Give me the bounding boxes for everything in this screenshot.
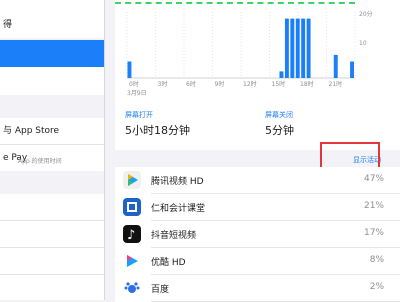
app-usage-percent: 2% — [369, 282, 384, 292]
youku-icon — [123, 252, 141, 270]
sidebar-item-blank[interactable] — [0, 67, 104, 95]
x-tick-label: 12时 — [243, 80, 257, 88]
usage-bar — [306, 18, 311, 79]
app-row[interactable]: 百度 2% — [115, 275, 400, 302]
x-tick-label: 21时 — [329, 80, 343, 88]
douyin-icon: ♪ — [123, 225, 141, 243]
settings-sidebar: 得 与 App Store e Pay — [0, 0, 105, 300]
screen-on-value: 5小时18分钟 — [125, 124, 190, 137]
usage-bar — [333, 54, 338, 78]
x-tick-label: 3时 — [158, 80, 168, 88]
sidebar-item-label: 得 — [3, 20, 13, 30]
baidu-icon — [123, 279, 141, 297]
y-axis-max-label: 20分 — [359, 10, 373, 18]
app-usage-percent: 17% — [363, 228, 384, 238]
x-tick-label: 0时 — [129, 80, 139, 88]
app-name: 优酷 HD — [151, 258, 186, 268]
usage-bar-chart: 20分 10 0时 3时 6时 9时 12时 15时 18时 21时 3月9日 — [126, 10, 373, 97]
app-usage-percent: 47% — [363, 174, 384, 184]
usage-bar — [350, 61, 354, 78]
app-name: 仁和会计课堂 — [151, 204, 206, 214]
sidebar-item-blank-2[interactable] — [0, 194, 104, 220]
sidebar-item-blank-3[interactable] — [0, 221, 104, 247]
sidebar-item-app-store[interactable]: 与 App Store — [0, 118, 104, 144]
usage-bar — [295, 18, 300, 79]
sidebar-top-row[interactable] — [0, 0, 104, 12]
screen-off-label: 屏幕关闭 — [265, 111, 293, 119]
app-usage-percent: 21% — [363, 201, 384, 211]
app-row[interactable]: 仁和会计课堂 21% — [115, 194, 400, 221]
app-name: 抖音短视频 — [151, 231, 197, 241]
usage-chart-card: 20分 10 0时 3时 6时 9时 12时 15时 18时 21时 3月9日 — [115, 0, 400, 102]
sidebar-item-blank-4[interactable] — [0, 248, 104, 274]
sidebar-item-label: 与 App Store — [3, 126, 60, 136]
screen-off-value: 5分钟 — [265, 124, 294, 137]
app-name: 腾讯视频 HD — [151, 177, 204, 187]
svg-text:♪: ♪ — [127, 228, 135, 243]
screen-on-label: 屏幕打开 — [125, 111, 153, 119]
date-label: 3月9日 — [127, 90, 147, 97]
x-tick-label: 15时 — [272, 80, 286, 88]
usage-bar — [127, 61, 132, 78]
usage-bar — [279, 71, 284, 78]
tencent-video-icon — [123, 171, 141, 189]
app-row[interactable]: ♪ 抖音短视频 17% — [115, 221, 400, 248]
x-tick-label: 18时 — [300, 80, 314, 88]
usage-bar — [284, 18, 289, 79]
apps-section-header: App 的使用时间 — [18, 158, 62, 165]
renhe-accounting-icon — [123, 198, 141, 216]
sidebar-item-screen-time[interactable] — [0, 40, 104, 67]
x-tick-label: 6时 — [186, 80, 196, 88]
usage-bar — [301, 18, 306, 79]
app-row[interactable]: 优酷 HD 8% — [115, 248, 400, 275]
x-tick-label: 9时 — [215, 80, 225, 88]
usage-bar — [290, 18, 295, 79]
sidebar-item-0[interactable]: 得 — [0, 12, 104, 38]
y-axis-mid-label: 10 — [359, 40, 367, 47]
sidebar-item-blank-5[interactable] — [0, 275, 104, 300]
app-row[interactable]: 腾讯视频 HD 47% — [115, 167, 400, 194]
app-name: 百度 — [151, 285, 170, 295]
app-usage-percent: 8% — [369, 255, 384, 265]
